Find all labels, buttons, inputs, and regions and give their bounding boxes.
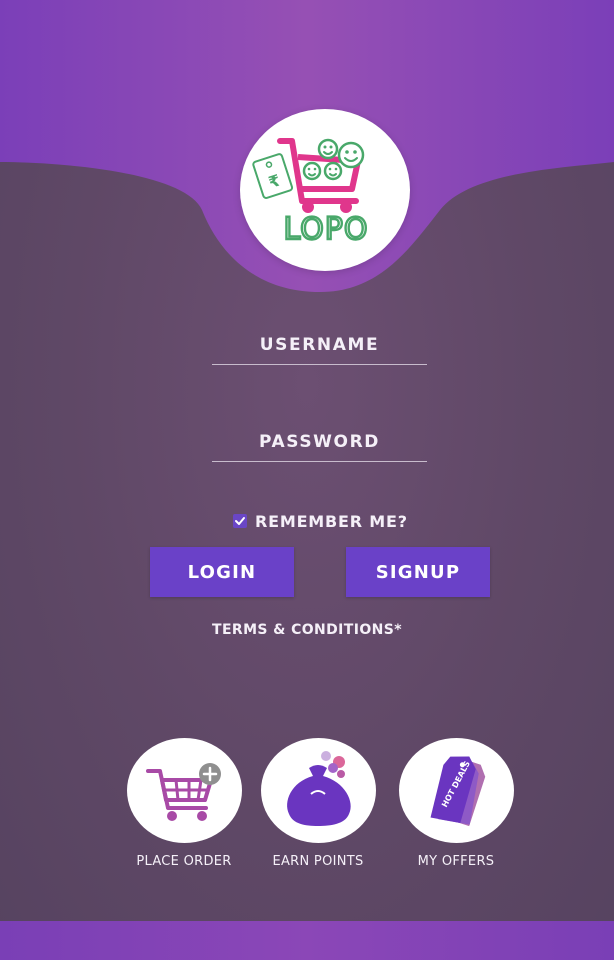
- username-field[interactable]: USERNAME: [212, 335, 431, 366]
- price-tag-icon: ₹: [252, 153, 294, 199]
- bottom-bar: [0, 921, 614, 960]
- place-order-label: PLACE ORDER: [136, 854, 232, 869]
- terms-link[interactable]: TERMS & CONDITIONS*: [0, 622, 614, 638]
- login-button[interactable]: LOGIN: [150, 547, 294, 597]
- earn-points-label: EARN POINTS: [272, 854, 364, 869]
- check-icon: [235, 517, 245, 525]
- earn-points-feature[interactable]: EARN POINTS: [243, 738, 393, 869]
- my-offers-circle[interactable]: HOT DEALS: [398, 738, 514, 843]
- earn-points-circle[interactable]: [260, 738, 376, 843]
- app-logo: ₹ LOPO: [240, 109, 410, 271]
- hot-deals-tag-icon: HOT DEALS: [430, 756, 485, 827]
- cart-plus-icon: [145, 763, 221, 821]
- password-field[interactable]: PASSWORD: [212, 432, 431, 463]
- password-input[interactable]: [212, 432, 431, 463]
- svg-text:LOPO: LOPO: [284, 212, 369, 247]
- my-offers-feature[interactable]: HOT DEALS MY OFFERS: [381, 738, 531, 869]
- money-bag-icon: [286, 751, 351, 826]
- remember-me-checkbox[interactable]: [233, 514, 247, 528]
- place-order-circle[interactable]: [126, 738, 242, 843]
- my-offers-label: MY OFFERS: [417, 854, 495, 869]
- remember-me-toggle[interactable]: REMEMBER ME?: [233, 511, 408, 531]
- place-order-feature[interactable]: PLACE ORDER: [109, 738, 259, 869]
- username-input[interactable]: [212, 335, 431, 366]
- remember-me-label: REMEMBER ME?: [255, 511, 408, 531]
- signup-button[interactable]: SIGNUP: [346, 547, 490, 597]
